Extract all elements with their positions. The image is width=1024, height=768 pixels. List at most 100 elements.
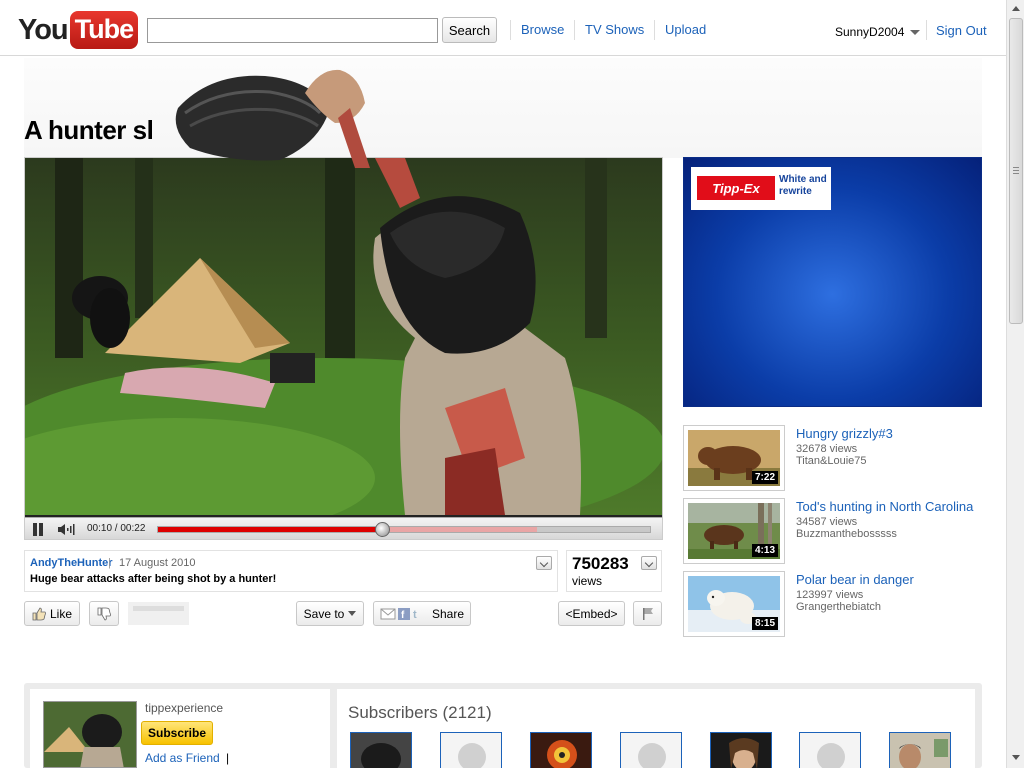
video-duration: 7:22: [751, 471, 778, 484]
embed-label: <Embed>: [565, 606, 618, 621]
video-title: A hunter sl: [24, 115, 154, 145]
expand-stats-button[interactable]: [641, 556, 657, 570]
nav-separator: [926, 20, 927, 40]
subscriber-avatar-image: [531, 733, 591, 768]
upload-date: 17 August 2010: [119, 557, 196, 569]
subscriber-thumbnail[interactable]: [440, 732, 502, 768]
nav-separator: [510, 20, 511, 40]
video-duration: 8:15: [751, 617, 778, 630]
flag-button[interactable]: [633, 601, 662, 626]
subscriber-thumbnail[interactable]: [799, 732, 861, 768]
grip-line: [1013, 173, 1019, 174]
related-author: Buzzmanthebosssss: [796, 528, 897, 540]
add-friend-separator: |: [226, 751, 230, 765]
search-input[interactable]: [147, 18, 438, 43]
channel-name[interactable]: tippexperience: [145, 701, 223, 715]
share-services-icon: f t: [380, 607, 417, 621]
view-count: 750283: [572, 554, 629, 573]
video-description: Huge bear attacks after being shot by a …: [30, 573, 277, 585]
info-separator: |: [108, 557, 111, 569]
subscriber-thumbnail[interactable]: [620, 732, 682, 768]
subscriber-thumbnail[interactable]: [350, 732, 412, 768]
video-player[interactable]: 00:10 / 00:22: [24, 157, 663, 540]
chevron-down-icon[interactable]: [910, 30, 920, 35]
page-scrollbar[interactable]: [1006, 0, 1024, 768]
views-box: 750283 views: [566, 550, 662, 592]
related-thumbnail[interactable]: 8:15: [683, 571, 785, 637]
subscribe-button[interactable]: Subscribe: [141, 721, 213, 745]
add-friend-link[interactable]: Add as Friend: [145, 751, 220, 765]
sign-out-link[interactable]: Sign Out: [936, 23, 987, 38]
view-label: views: [572, 574, 603, 588]
nav-browse[interactable]: Browse: [521, 22, 564, 37]
subscribers-title: Subscribers (2121): [348, 703, 492, 722]
related-title-link[interactable]: Tod's hunting in North Carolina: [796, 499, 973, 514]
nav-separator: [574, 20, 575, 40]
logo-you-text: You: [18, 13, 69, 46]
grip-line: [1013, 170, 1019, 171]
ad-tagline-line1: White and: [779, 174, 827, 185]
channel-avatar[interactable]: [43, 701, 137, 768]
embed-button[interactable]: <Embed>: [558, 601, 625, 626]
related-title-link[interactable]: Hungry grizzly#3: [796, 426, 893, 441]
related-author: Grangerthebiatch: [796, 601, 881, 613]
related-video[interactable]: 8:15 Polar bear in danger 123997 views G…: [683, 571, 982, 637]
nav-upload[interactable]: Upload: [665, 22, 706, 37]
ratings-bar: [128, 602, 189, 625]
save-to-button[interactable]: Save to: [296, 601, 364, 626]
subscriber-thumbnail[interactable]: [530, 732, 592, 768]
nav-separator: [654, 20, 655, 40]
video-frame[interactable]: [25, 158, 662, 515]
subscriber-avatar-image: [351, 733, 411, 768]
header: You Tube Search Browse TV Shows Upload S…: [0, 0, 1006, 56]
subscriber-avatar-image: [890, 733, 950, 768]
ad-logo: Tipp-Ex White and rewrite: [691, 167, 831, 210]
volume-icon[interactable]: [57, 523, 77, 536]
related-views: 123997 views: [796, 589, 864, 601]
expand-description-button[interactable]: [536, 556, 552, 570]
related-video[interactable]: 4:13 Tod's hunting in North Carolina 345…: [683, 498, 982, 564]
like-label: Like: [49, 606, 72, 621]
flag-icon: [642, 608, 653, 620]
scroll-down-arrow-icon[interactable]: [1009, 750, 1023, 764]
related-title-link[interactable]: Polar bear in danger: [796, 572, 914, 587]
share-button[interactable]: f t Share: [373, 601, 471, 626]
search-button[interactable]: Search: [442, 17, 497, 43]
grip-line: [1013, 167, 1019, 168]
seek-bar[interactable]: [157, 522, 651, 537]
nav-tv-shows[interactable]: TV Shows: [585, 22, 644, 37]
pause-icon[interactable]: [32, 523, 44, 536]
subscriber-thumbnail[interactable]: [710, 732, 772, 768]
default-avatar-icon: [800, 733, 860, 768]
uploader-link[interactable]: AndyTheHunter: [30, 557, 113, 569]
save-to-label: Save to: [303, 606, 345, 621]
channel-avatar-image: [44, 702, 136, 767]
ad-tagline-line2: rewrite: [779, 186, 812, 197]
scrollbar-thumb[interactable]: [1009, 18, 1023, 324]
related-views: 34587 views: [796, 516, 858, 528]
default-avatar-icon: [621, 733, 681, 768]
seek-handle[interactable]: [374, 522, 390, 537]
hat-overlay: [175, 69, 370, 168]
video-info-box: AndyTheHunter | 17 August 2010 Huge bear…: [24, 550, 558, 592]
default-avatar-icon: [441, 733, 501, 768]
related-author: Titan&Louie75: [796, 455, 867, 467]
subscriber-thumbnail[interactable]: [889, 732, 951, 768]
username-menu[interactable]: SunnyD2004: [835, 25, 904, 39]
youtube-logo[interactable]: You Tube: [18, 11, 139, 49]
advertisement-banner[interactable]: Tipp-Ex White and rewrite: [683, 157, 982, 407]
thumbs-up-icon: [32, 607, 46, 620]
related-video[interactable]: 7:22 Hungry grizzly#3 32678 views Titan&…: [683, 425, 982, 491]
time-display: 00:10 / 00:22: [87, 523, 146, 534]
progress-bar: [158, 527, 382, 532]
related-views: 32678 views: [796, 443, 858, 455]
video-duration: 4:13: [751, 544, 778, 557]
like-button[interactable]: Like: [24, 601, 80, 626]
scroll-up-arrow-icon[interactable]: [1009, 2, 1023, 16]
thumbs-down-icon: [97, 607, 111, 620]
dislike-button[interactable]: [89, 601, 119, 626]
related-thumbnail[interactable]: 4:13: [683, 498, 785, 564]
related-thumbnail[interactable]: 7:22: [683, 425, 785, 491]
subscriber-avatar-image: [711, 733, 771, 768]
ad-tagline: White and rewrite: [779, 174, 827, 198]
